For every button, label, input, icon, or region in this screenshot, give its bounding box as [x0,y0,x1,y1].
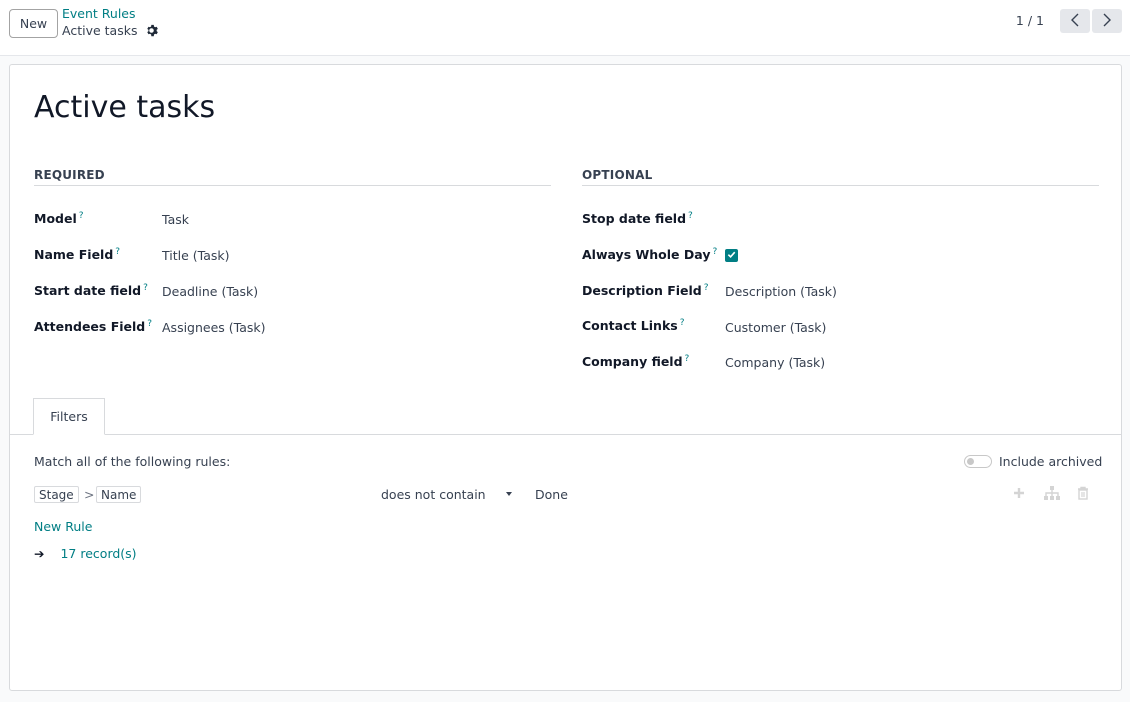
include-archived-label[interactable]: Include archived [999,454,1102,469]
field-label-stop-date: Stop date field? [582,211,693,227]
field-value-company[interactable]: Company (Task) [725,355,825,370]
new-button[interactable]: New [9,9,58,38]
help-tooltip[interactable]: ? [143,283,148,293]
help-tooltip[interactable]: ? [115,247,120,257]
field-value-attendees[interactable]: Assignees (Task) [162,320,266,335]
trash-icon[interactable] [1077,486,1091,500]
gear-icon[interactable] [145,24,159,37]
pager-value[interactable]: 1 / 1 [1016,13,1044,28]
field-label-name: Name Field? [34,247,121,263]
breadcrumb-current: Active tasks [62,23,159,38]
help-tooltip[interactable]: ? [147,319,152,329]
field-label-start-date: Start date field? [34,283,148,299]
help-tooltip[interactable]: ? [712,247,717,257]
field-label-description: Description Field? [582,283,709,299]
field-value-name[interactable]: Title (Task) [162,248,230,263]
plus-icon[interactable] [1012,486,1026,500]
help-tooltip[interactable]: ? [688,211,693,221]
pager-next-button[interactable] [1092,9,1122,33]
chevron-right-icon [1102,13,1112,30]
field-label-company: Company field? [582,354,690,370]
records-count[interactable]: 17 record(s) [60,546,136,561]
field-value-description[interactable]: Description (Task) [725,284,837,299]
section-divider [34,185,551,186]
pager-previous-button[interactable] [1060,9,1090,33]
help-tooltip[interactable]: ? [680,318,685,328]
check-icon [727,248,736,263]
help-tooltip[interactable]: ? [704,283,709,293]
field-label-contact-links: Contact Links? [582,318,685,334]
arrow-right-icon: ➔ [34,546,45,561]
rule-path-name[interactable]: Name [96,486,142,503]
rule-operator-select[interactable]: does not contain [381,487,486,502]
tab-filters[interactable]: Filters [33,398,105,435]
field-value-contact-links[interactable]: Customer (Task) [725,320,826,335]
help-tooltip[interactable]: ? [685,354,690,364]
rule-path-separator: > [84,487,95,502]
hierarchy-icon[interactable] [1044,486,1060,500]
include-archived-toggle[interactable] [964,455,992,468]
section-optional: OPTIONAL [582,168,653,182]
field-label-always-whole-day: Always Whole Day? [582,247,718,263]
field-value-stop-date[interactable] [725,212,1095,228]
field-value-model[interactable]: Task [162,212,189,227]
always-whole-day-checkbox[interactable] [725,249,738,262]
rule-value[interactable]: Done [535,487,568,502]
help-tooltip[interactable]: ? [79,211,84,221]
form-sheet: Active tasks REQUIRED OPTIONAL Model? Ta… [9,64,1122,691]
field-label-model: Model? [34,211,84,227]
record-title[interactable]: Active tasks [34,90,215,125]
section-divider [582,185,1099,186]
match-rules-text: Match all of the following rules: [34,454,231,469]
section-required: REQUIRED [34,168,105,182]
tab-divider [10,434,1121,435]
caret-down-icon[interactable] [506,492,512,496]
field-label-attendees: Attendees Field? [34,319,153,335]
matching-records-link[interactable]: ➔ 17 record(s) [34,546,137,561]
new-rule-link[interactable]: New Rule [34,519,92,534]
chevron-left-icon [1070,13,1080,30]
breadcrumb-event-rules[interactable]: Event Rules [62,6,136,21]
rule-path-stage[interactable]: Stage [34,486,79,503]
breadcrumb-current-label: Active tasks [62,23,138,38]
control-panel: New Event Rules Active tasks 1 / 1 [0,0,1130,56]
field-value-start-date[interactable]: Deadline (Task) [162,284,258,299]
